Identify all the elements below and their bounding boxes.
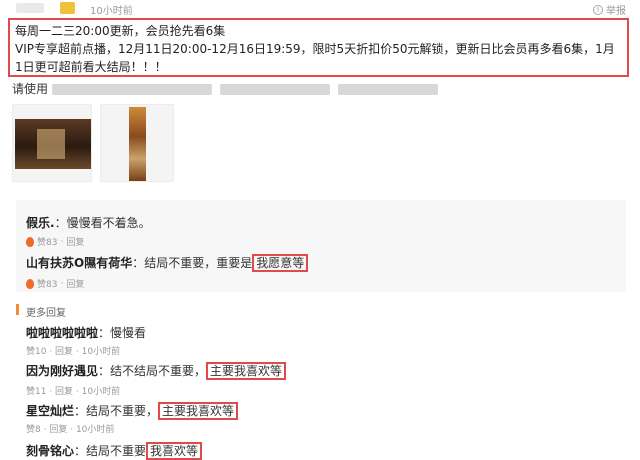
blurred-text [219,84,330,95]
comment-author[interactable]: 山有扶苏O隰有荷华 [26,256,132,270]
reply-text: 慢慢看 [110,326,147,340]
like-count[interactable]: 赞8 [26,425,41,435]
blurred-username [16,3,44,13]
blurred-request-line: 请使用 [12,80,512,98]
post-time: 10小时前 [90,6,133,17]
image-thumbnail-poster[interactable] [12,104,92,182]
reply-3: 星空灿烂：结局不重要， 主要我喜欢等 [26,402,239,420]
like-flame-icon[interactable] [26,278,34,289]
highlighted-text: 我愿意等 [252,254,309,272]
reply-1: 啦啦啦啦啦啦：慢慢看 [26,324,146,341]
section-accent-bar [16,304,19,315]
post-header: 10小时前 ! 举报 [0,0,640,17]
reply-1-meta: 赞10 · 回复 · 10小时前 [26,347,121,357]
like-count[interactable]: 赞83 [37,235,57,248]
like-count[interactable]: 赞11 [26,387,46,397]
comment-author[interactable]: 假乐. [26,216,55,230]
update-notice: 每周一二三20:00更新，会员抢先看6集 VIP专享超前点播，12月11日20:… [8,18,629,77]
report-label: 举报 [606,6,626,17]
meta-dot: · [60,278,64,289]
comment-sep: ： [132,256,145,270]
blurred-text [337,84,438,95]
like-count[interactable]: 赞83 [37,277,57,290]
reply-link[interactable]: 回复 [66,235,84,248]
comment-text: 结局不重要，重要是 [144,256,253,270]
comment-list: 假乐.：慢慢看不着急。 赞83 · 回复 山有扶苏O隰有荷华：结局不重要，重要是… [16,200,626,292]
reply-author[interactable]: 因为刚好遇见 [26,364,98,378]
reply-author[interactable]: 刻骨铭心 [26,444,74,458]
notice-line-1: 每周一二三20:00更新，会员抢先看6集 [15,24,226,38]
image-thumbnail-long[interactable] [100,104,174,182]
notice-line-2: VIP专享超前点播，12月11日20:00-12月16日19:59，限时5天折扣… [15,42,615,74]
reply-sep: ： [98,326,111,340]
reply-link[interactable]: 回复 [49,425,67,435]
comment-1-meta: 赞83 · 回复 [26,235,84,248]
poster-scene-image [15,119,91,169]
blurred-text [51,84,212,95]
comment-1: 假乐.：慢慢看不着急。 [26,214,151,231]
reply-text: 结局不重要 [86,444,147,458]
highlighted-text: 主要我喜欢等 [206,362,287,380]
comment-sep: ： [54,216,67,230]
reply-author[interactable]: 啦啦啦啦啦啦 [26,326,98,340]
meta-dot: · [60,236,64,247]
vip-badge-icon [60,2,75,14]
reply-text: 结局不重要， [86,404,159,418]
comment-2-meta: 赞83 · 回复 [26,277,84,290]
reply-sep: ： [74,404,87,418]
reply-link[interactable]: 回复 [55,347,73,357]
like-count[interactable]: 赞10 [26,347,46,357]
like-flame-icon[interactable] [26,236,34,247]
request-prefix: 请使用 [12,82,49,96]
reply-author[interactable]: 星空灿烂 [26,404,74,418]
reply-link[interactable]: 回复 [55,387,73,397]
reply-link[interactable]: 回复 [66,277,84,290]
long-image-strip [129,107,146,181]
reply-sep: ： [98,364,111,378]
highlighted-text: 主要我喜欢等 [158,402,239,420]
highlighted-text: 我喜欢等 [146,442,203,460]
reply-4: 刻骨铭心：结局不重要 我喜欢等 [26,442,203,460]
comment-text: 慢慢看不着急。 [66,216,151,230]
reply-2: 因为刚好遇见：结不结局不重要， 主要我喜欢等 [26,362,287,380]
report-link[interactable]: ! 举报 [593,2,626,17]
reply-sep: ： [74,444,87,458]
reply-time: 10小时前 [75,425,115,435]
more-replies-title: 更多回复 [26,308,66,319]
reply-2-meta: 赞11 · 回复 · 10小时前 [26,387,121,397]
reply-text: 结不结局不重要， [110,364,207,378]
report-icon: ! [593,4,603,15]
more-replies-section: 更多回复 啦啦啦啦啦啦：慢慢看 赞10 · 回复 · 10小时前 因为刚好遇见：… [16,292,626,460]
comment-2: 山有扶苏O隰有荷华：结局不重要，重要是 我愿意等 [26,254,309,272]
reply-time: 10小时前 [81,387,121,397]
reply-time: 10小时前 [81,347,121,357]
reply-3-meta: 赞8 · 回复 · 10小时前 [26,425,115,435]
